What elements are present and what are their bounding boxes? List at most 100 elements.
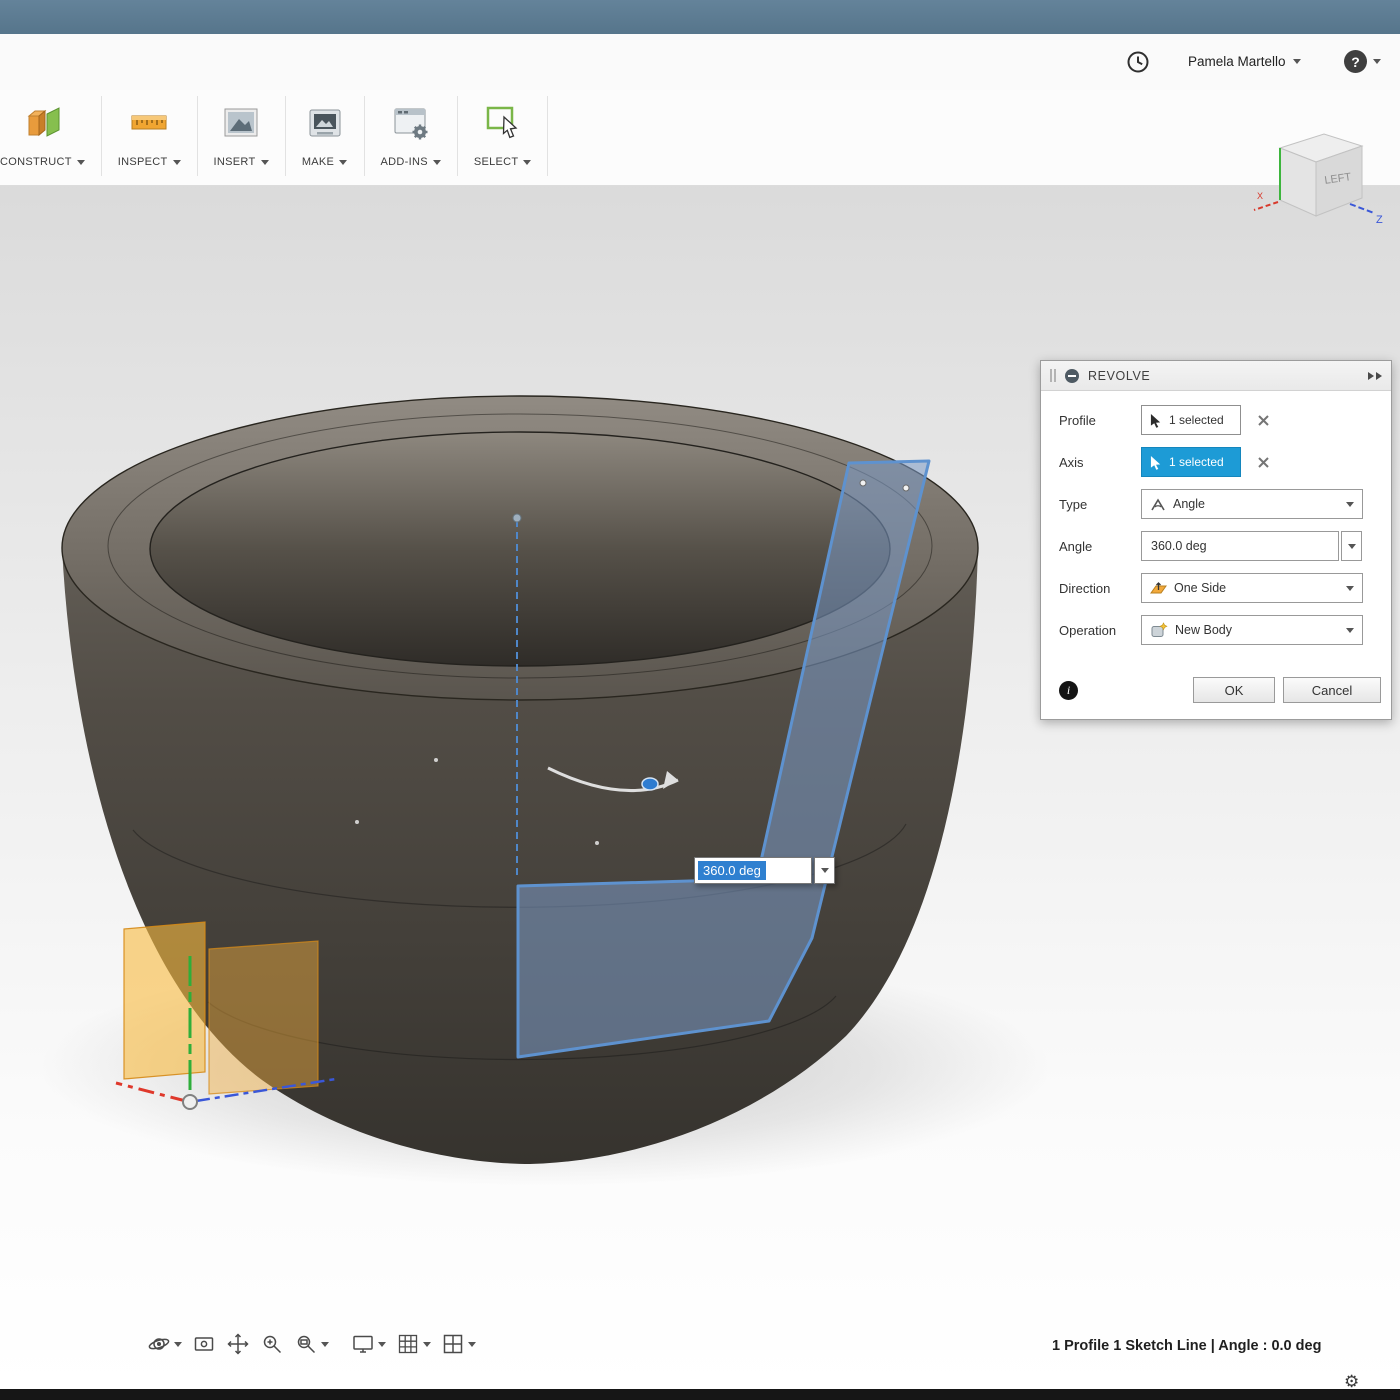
chevron-down-icon: [339, 159, 348, 165]
history-clock-icon[interactable]: [1126, 50, 1150, 74]
drag-grip-icon[interactable]: [1050, 369, 1056, 382]
one-side-icon: [1150, 582, 1167, 594]
operation-label: Operation: [1059, 622, 1117, 638]
angle-label: Angle: [1059, 538, 1093, 554]
user-name: Pamela Martello: [1188, 54, 1286, 69]
axis-select-button[interactable]: 1 selected: [1141, 447, 1241, 477]
viewports-icon: [443, 1334, 463, 1354]
user-menu[interactable]: Pamela Martello: [1188, 54, 1301, 69]
display-settings-icon: [353, 1335, 373, 1353]
angle-input-value: 360.0 deg: [698, 861, 766, 880]
toolbar-label: ADD-INS: [380, 156, 428, 168]
x-axis-label: X: [1257, 191, 1263, 201]
toolbar-label: MAKE: [301, 156, 335, 168]
toolbar-item-select[interactable]: SELECT: [458, 90, 548, 168]
z-axis-label: Z: [1376, 214, 1383, 226]
help-menu[interactable]: ?: [1344, 50, 1381, 73]
inspect-icon: [126, 100, 172, 146]
toolbar-item-inspect[interactable]: INSPECT: [102, 90, 197, 168]
toolbar-label: INSERT: [213, 156, 256, 168]
grid-settings[interactable]: [391, 1330, 436, 1358]
fusion-window: Pamela Martello ? CONSTRUCT INSPECT INSE…: [0, 0, 1400, 1400]
selection-status: 1 Profile 1 Sketch Line | Angle : 0.0 de…: [1052, 1338, 1322, 1354]
info-icon[interactable]: i: [1059, 680, 1078, 700]
chevron-down-icon: [423, 1341, 431, 1347]
ok-button[interactable]: OK: [1193, 677, 1275, 703]
angle-input-dropdown[interactable]: [814, 857, 835, 884]
direction-dropdown[interactable]: One Side: [1141, 573, 1363, 603]
chevron-down-icon: [1292, 59, 1301, 64]
chevron-down-icon: [1346, 627, 1354, 633]
clear-icon[interactable]: [1257, 414, 1270, 427]
angle-combo: 360.0 deg: [1141, 531, 1363, 561]
operation-dropdown[interactable]: New Body: [1141, 615, 1363, 645]
chevron-down-icon: [174, 1341, 182, 1347]
axis-row: Axis 1 selected: [1051, 441, 1381, 483]
toolbar-separator: [547, 96, 549, 176]
dialog-titlebar[interactable]: REVOLVE: [1041, 361, 1391, 391]
angle-value-field[interactable]: 360.0 deg: [1141, 531, 1339, 561]
pan-icon: [227, 1333, 249, 1355]
zoom-window-tool[interactable]: [289, 1330, 334, 1358]
chevron-down-icon: [468, 1341, 476, 1347]
toolbar-item-construct[interactable]: CONSTRUCT: [0, 90, 101, 168]
direction-row: Direction One Side: [1051, 567, 1381, 609]
help-icon: ?: [1344, 50, 1367, 73]
display-settings[interactable]: [346, 1330, 391, 1358]
chevron-down-icon: [172, 159, 181, 165]
chevron-down-icon: [432, 159, 441, 165]
viewcube[interactable]: LEFT X Z: [1250, 124, 1390, 247]
navigation-toolbar: [142, 1330, 481, 1358]
chevron-down-icon: [1346, 501, 1354, 507]
toolbar-item-addins[interactable]: ADD-INS: [365, 90, 457, 168]
bottom-strip: [0, 1389, 1400, 1400]
toolbar-label: CONSTRUCT: [0, 156, 72, 168]
cancel-button[interactable]: Cancel: [1283, 677, 1381, 703]
chevron-down-icon: [321, 1341, 329, 1347]
toolbar-label: SELECT: [473, 156, 519, 168]
dialog-body: Profile 1 selected Axis 1 selected Type …: [1041, 391, 1391, 651]
dialog-footer: i OK Cancel: [1041, 661, 1391, 719]
chevron-down-icon: [260, 159, 269, 165]
zoom-window-icon: [297, 1335, 316, 1354]
z-axis: [1349, 203, 1375, 214]
profile-select-button[interactable]: 1 selected: [1141, 405, 1241, 435]
new-body-icon: [1151, 622, 1168, 637]
chevron-down-icon: [1346, 585, 1354, 591]
chevron-down-icon: [1347, 543, 1356, 549]
toolbar-item-make[interactable]: MAKE: [286, 90, 364, 168]
orbit-icon: [148, 1338, 170, 1350]
type-label: Type: [1059, 496, 1088, 512]
pan-tool[interactable]: [221, 1330, 255, 1358]
profile-row: Profile 1 selected: [1051, 399, 1381, 441]
cursor-icon: [1150, 455, 1161, 470]
gear-icon[interactable]: ⚙: [1344, 1372, 1359, 1392]
construct-icon: [19, 100, 65, 146]
select-icon: [480, 100, 526, 146]
insert-icon: [218, 100, 264, 146]
angle-dropdown-button[interactable]: [1341, 531, 1362, 561]
type-dropdown[interactable]: Angle: [1141, 489, 1363, 519]
expand-icon[interactable]: [1368, 371, 1382, 380]
operation-row: Operation New Body: [1051, 609, 1381, 651]
look-at-tool[interactable]: [187, 1330, 221, 1358]
chevron-down-icon: [820, 868, 829, 873]
x-axis: [1253, 201, 1279, 211]
orbit-tool[interactable]: [142, 1330, 187, 1358]
zoom-tool[interactable]: [255, 1330, 289, 1358]
zoom-icon: [263, 1335, 282, 1354]
construction-planes[interactable]: [123, 921, 319, 1095]
title-strip: [0, 0, 1400, 34]
angle-type-icon: [1151, 497, 1165, 510]
clear-icon[interactable]: [1257, 456, 1270, 469]
revolve-dialog: REVOLVE Profile 1 selected Axis 1 select…: [1040, 360, 1392, 720]
toolbar-item-insert[interactable]: INSERT: [198, 90, 285, 168]
angle-input[interactable]: 360.0 deg: [694, 857, 812, 884]
axis-label: Axis: [1059, 454, 1084, 470]
angle-input-float: 360.0 deg: [694, 857, 835, 884]
chevron-down-icon: [76, 159, 85, 165]
revolve-icon: [1064, 368, 1080, 384]
viewports[interactable]: [436, 1330, 481, 1358]
make-icon: [302, 100, 348, 146]
app-header: Pamela Martello ?: [0, 34, 1400, 90]
